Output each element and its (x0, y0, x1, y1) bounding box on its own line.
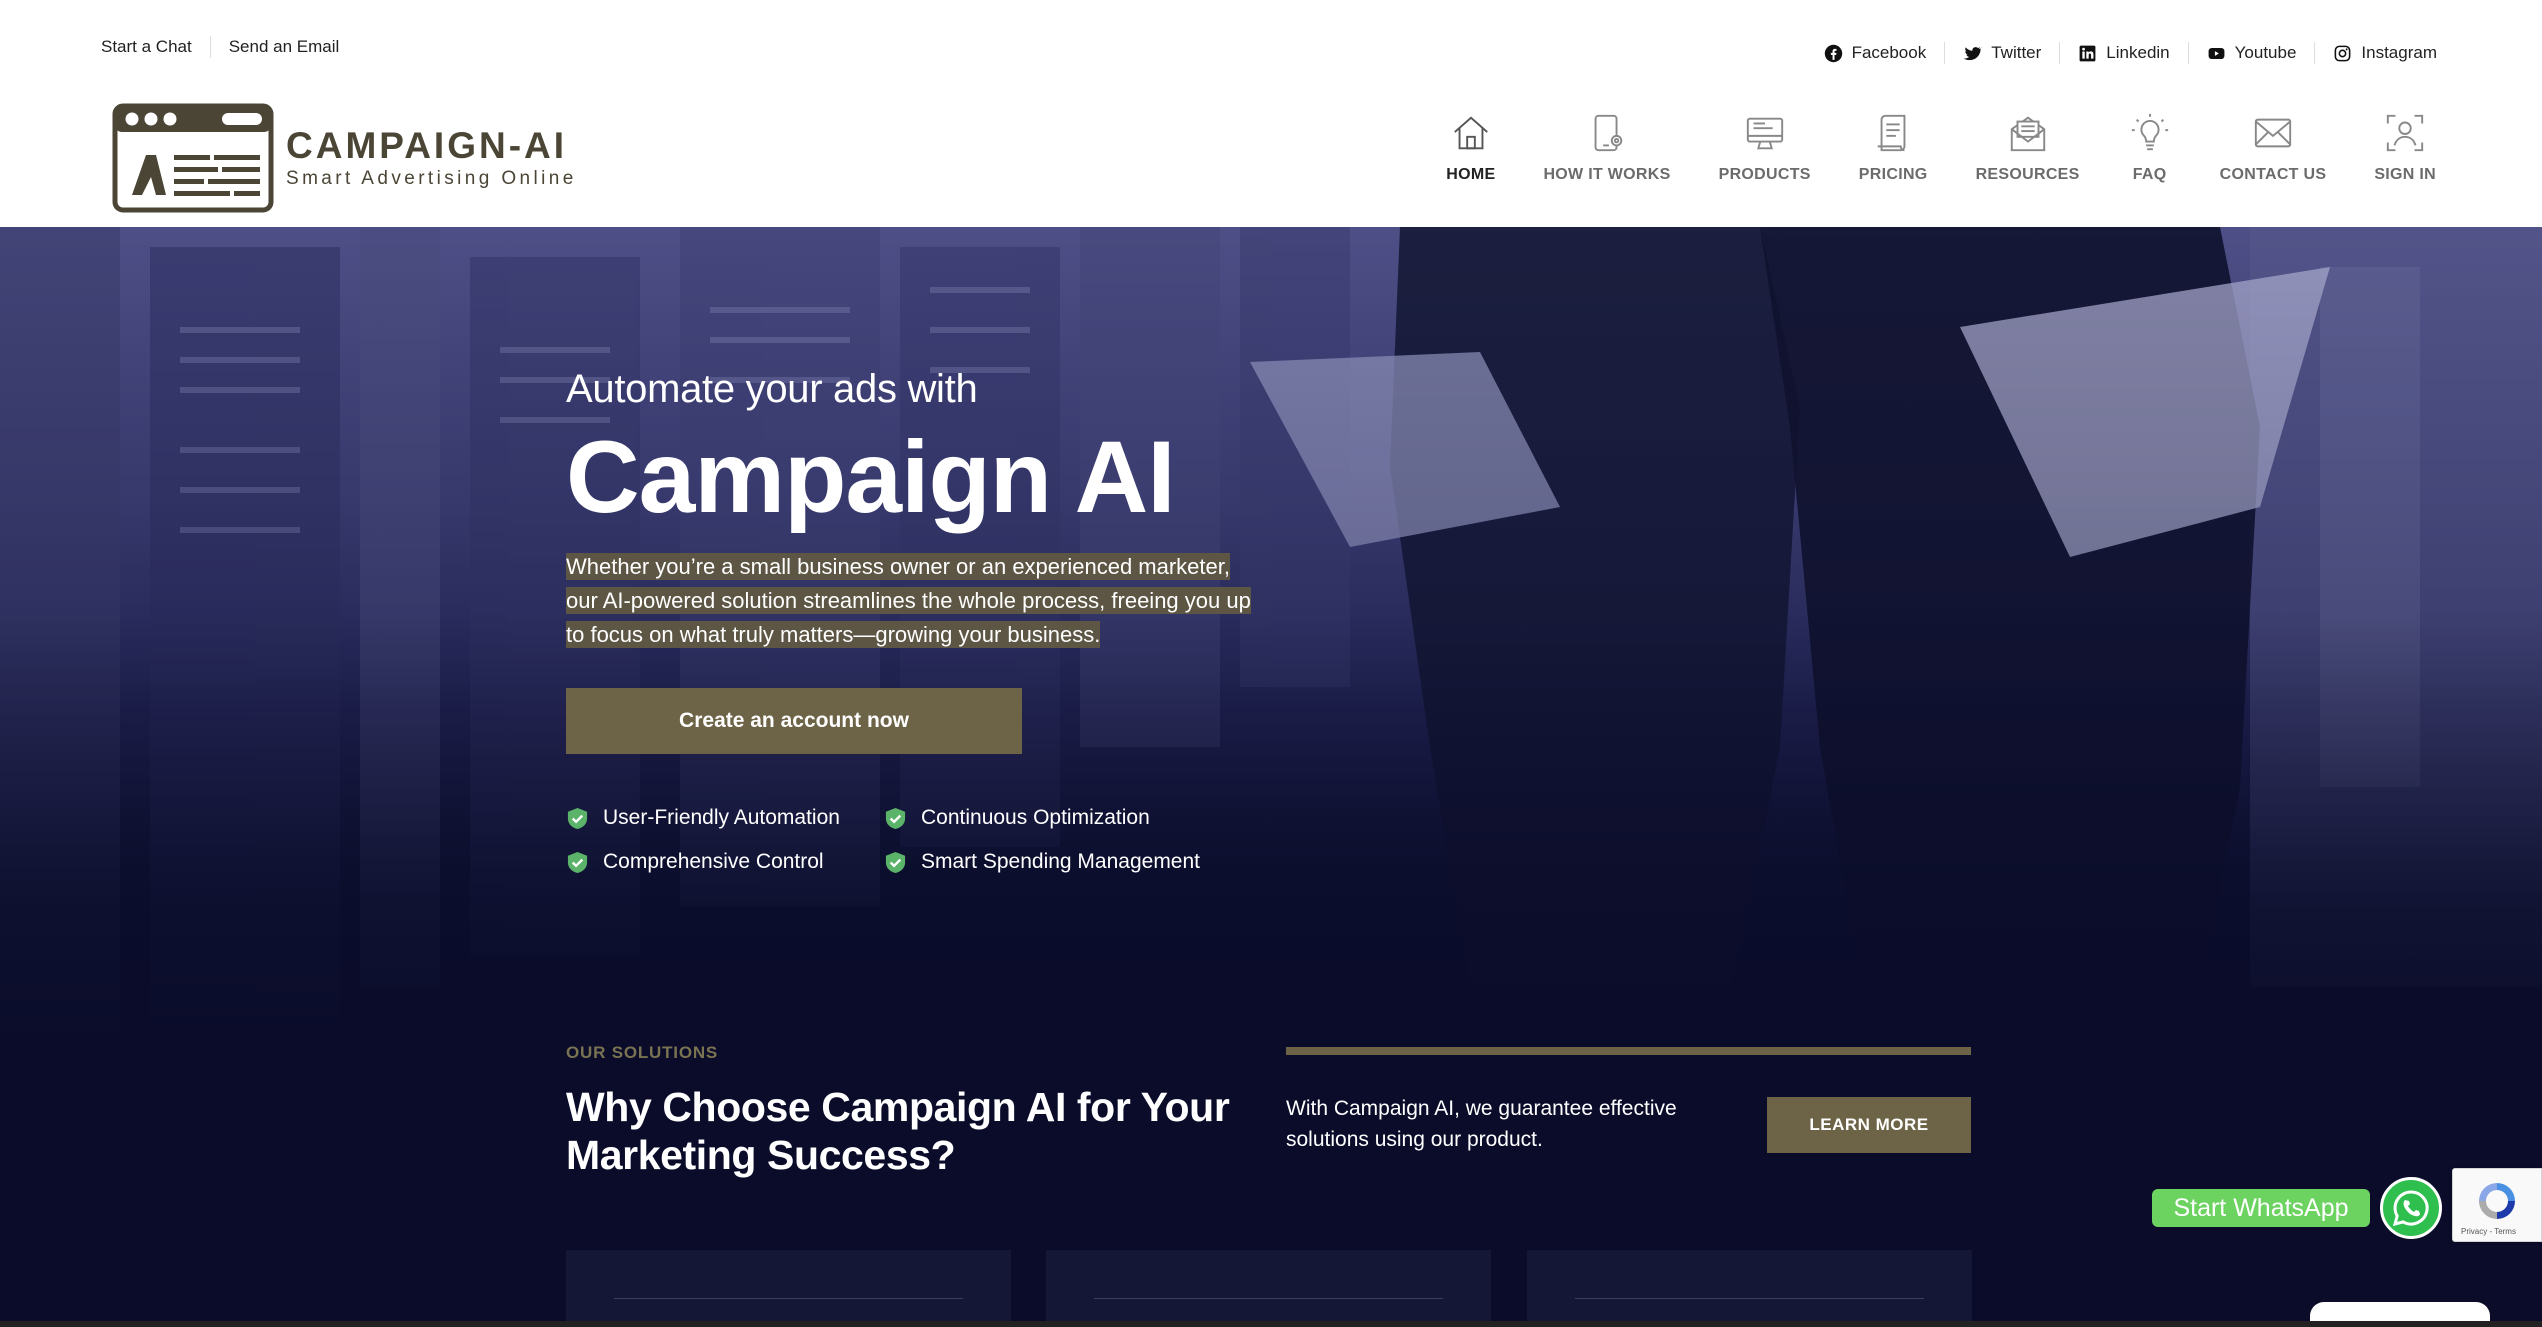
shield-check-icon (567, 851, 588, 873)
shield-check-icon (567, 807, 588, 829)
feature-item: Continuous Optimization (884, 806, 1204, 830)
tablet-gear-icon (1585, 110, 1629, 156)
feature-item: Comprehensive Control (566, 850, 884, 874)
nav-products[interactable]: PRODUCTS (1719, 110, 1811, 184)
feature-label: Comprehensive Control (603, 850, 824, 873)
shield-check-icon (885, 807, 906, 829)
bottom-edge (0, 1321, 2542, 1327)
shield-check-icon (885, 851, 906, 873)
home-icon (1449, 110, 1493, 156)
hero-title: Campaign AI (566, 420, 1176, 534)
recaptcha-links[interactable]: Privacy - Terms (2461, 1227, 2516, 1236)
logo-text: CAMPAIGN-AI Smart Advertising Online (286, 126, 577, 190)
nav-faq[interactable]: FAQ (2128, 110, 2172, 184)
browser-ad-logo-icon (112, 103, 274, 213)
nav-resources[interactable]: RESOURCES (1976, 110, 2080, 184)
start-whatsapp-label[interactable]: Start WhatsApp (2152, 1189, 2370, 1227)
social-links: Facebook Twitter Linkedin Youtube Instag… (1824, 42, 2437, 64)
hero-description-text: Whether you’re a small business owner or… (566, 553, 1251, 648)
solution-card[interactable] (1046, 1250, 1491, 1327)
nav-label: FAQ (2132, 166, 2167, 183)
create-account-button[interactable]: Create an account now (566, 688, 1022, 754)
user-scan-icon (2383, 110, 2427, 156)
nav-label: PRODUCTS (1718, 166, 1811, 183)
hero-content: Automate your ads with Campaign AI Wheth… (566, 367, 1466, 874)
nav-contact-us[interactable]: CONTACT US (2220, 110, 2327, 184)
envelope-icon (2251, 110, 2295, 156)
solution-card[interactable] (1527, 1250, 1972, 1327)
feature-list: User-Friendly Automation Continuous Opti… (566, 806, 1466, 874)
card-divider (1094, 1298, 1443, 1299)
monitor-icon (1743, 110, 1787, 156)
site-logo[interactable]: CAMPAIGN-AI Smart Advertising Online (112, 103, 577, 213)
social-twitter-link[interactable]: Twitter (1963, 43, 2041, 63)
send-email-link[interactable]: Send an Email (229, 37, 340, 57)
feature-label: User-Friendly Automation (603, 806, 840, 829)
divider (2059, 42, 2061, 64)
instagram-icon (2334, 45, 2351, 61)
nav-home[interactable]: HOME (1446, 110, 1495, 184)
nav-label: CONTACT US (2219, 166, 2327, 183)
linkedin-icon (2079, 45, 2096, 61)
divider (209, 36, 211, 58)
mail-open-icon (2006, 110, 2050, 156)
solution-card[interactable] (566, 1250, 1011, 1327)
main-nav: HOME HOW IT WORKS PRODUCTS PRICING RESOU… (1446, 110, 2436, 184)
facebook-icon (1824, 44, 1842, 62)
social-linkedin-link[interactable]: Linkedin (2078, 43, 2170, 63)
whatsapp-button[interactable] (2380, 1177, 2442, 1239)
social-facebook-link[interactable]: Facebook (1824, 43, 1927, 63)
card-divider (614, 1298, 963, 1299)
divider (2314, 42, 2316, 64)
nav-pricing[interactable]: PRICING (1859, 110, 1928, 184)
twitter-icon (1964, 46, 1983, 60)
solutions-title: Why Choose Campaign AI for Your Marketin… (566, 1084, 1230, 1178)
nav-label: RESOURCES (1975, 166, 2080, 183)
site-header: Start a Chat Send an Email Facebook Twit… (0, 0, 2542, 227)
youtube-icon (2208, 47, 2225, 59)
nav-label: HOME (1446, 166, 1496, 183)
social-label: Facebook (1851, 43, 1927, 62)
social-label: Linkedin (2106, 43, 2170, 62)
logo-tagline: Smart Advertising Online (286, 168, 577, 189)
nav-label: SIGN IN (2374, 166, 2436, 183)
hero-section: Automate your ads with Campaign AI Wheth… (0, 227, 2542, 1327)
document-icon (1871, 110, 1915, 156)
social-label: Youtube (2234, 43, 2297, 62)
whatsapp-icon (2392, 1190, 2429, 1227)
logo-name: CAMPAIGN-AI (286, 125, 568, 166)
recaptcha-badge[interactable]: Privacy - Terms (2452, 1168, 2542, 1242)
divider (1944, 42, 1946, 64)
solutions-label: OUR SOLUTIONS (566, 1043, 719, 1062)
divider (2187, 42, 2189, 64)
topbar-contact: Start a Chat Send an Email (101, 36, 339, 58)
hero-subtitle: Automate your ads with (566, 367, 978, 411)
nav-how-it-works[interactable]: HOW IT WORKS (1543, 110, 1670, 184)
lightbulb-icon (2128, 110, 2172, 156)
feature-item: User-Friendly Automation (566, 806, 884, 830)
solutions-divider (1286, 1047, 1971, 1055)
recaptcha-icon (2479, 1183, 2515, 1219)
social-instagram-link[interactable]: Instagram (2333, 43, 2437, 63)
feature-label: Continuous Optimization (921, 806, 1150, 829)
hero-description: Whether you’re a small business owner or… (566, 550, 1256, 652)
solutions-text: With Campaign AI, we guarantee effective… (1286, 1097, 1677, 1151)
nav-sign-in[interactable]: SIGN IN (2374, 110, 2436, 184)
nav-label: PRICING (1858, 166, 1928, 183)
card-divider (1575, 1298, 1924, 1299)
social-label: Twitter (1991, 43, 2042, 62)
start-chat-link[interactable]: Start a Chat (101, 37, 192, 57)
social-youtube-link[interactable]: Youtube (2207, 43, 2297, 63)
nav-label: HOW IT WORKS (1543, 166, 1671, 183)
social-label: Instagram (2361, 43, 2437, 62)
feature-item: Smart Spending Management (884, 850, 1204, 874)
learn-more-button[interactable]: LEARN MORE (1767, 1097, 1971, 1153)
feature-label: Smart Spending Management (921, 850, 1200, 873)
